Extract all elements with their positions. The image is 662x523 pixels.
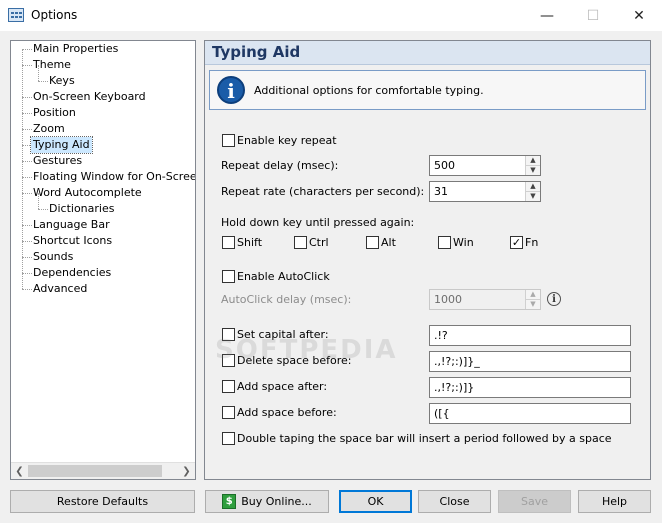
enable-autoclick-label: Enable AutoClick xyxy=(237,270,330,283)
dollar-icon: $ xyxy=(222,494,237,509)
info-box: i Additional options for comfortable typ… xyxy=(209,70,646,110)
help-button[interactable]: Help xyxy=(578,490,651,513)
tree-item-dictionaries[interactable]: Dictionaries xyxy=(47,201,116,217)
scroll-right-icon[interactable]: ❯ xyxy=(178,463,195,479)
delete-space-before-value: .,!?;:)]}_ xyxy=(434,355,480,368)
tree-item-gestures[interactable]: Gestures xyxy=(31,153,84,169)
scroll-left-icon[interactable]: ❮ xyxy=(11,463,28,479)
buy-online-label: Buy Online... xyxy=(241,495,312,508)
add-space-after-checkbox[interactable] xyxy=(222,380,235,393)
spin-up-icon[interactable]: ▲ xyxy=(526,156,540,166)
autoclick-help-icon[interactable]: i xyxy=(547,292,561,306)
minimize-button[interactable]: — xyxy=(524,0,570,31)
maximize-button[interactable]: ☐ xyxy=(570,0,616,31)
win-checkbox[interactable] xyxy=(438,236,451,249)
shift-label: Shift xyxy=(237,236,263,249)
add-space-after-input[interactable]: .,!?;:)]} xyxy=(429,377,631,398)
spin-down-icon[interactable]: ▼ xyxy=(526,192,540,201)
spin-down-icon[interactable]: ▼ xyxy=(526,300,540,309)
tree-item-dependencies[interactable]: Dependencies xyxy=(31,265,113,281)
repeat-delay-spinner[interactable]: 500 ▲ ▼ xyxy=(429,155,541,176)
info-text: Additional options for comfortable typin… xyxy=(254,84,484,97)
repeat-delay-value: 500 xyxy=(434,159,455,172)
set-capital-after-input[interactable]: .!? xyxy=(429,325,631,346)
close-button[interactable]: Close xyxy=(418,490,491,513)
tree-horizontal-scrollbar[interactable]: ❮ ❯ xyxy=(11,462,195,479)
enable-autoclick-checkbox[interactable] xyxy=(222,270,235,283)
tree-item-keys[interactable]: Keys xyxy=(47,73,77,89)
add-space-before-input[interactable]: ([{ xyxy=(429,403,631,424)
typing-aid-panel: Typing Aid i Additional options for comf… xyxy=(204,40,651,480)
restore-defaults-button[interactable]: Restore Defaults xyxy=(10,490,195,513)
tree-item-typing-aid[interactable]: Typing Aid xyxy=(30,136,93,154)
info-icon: i xyxy=(217,76,245,104)
spin-up-icon[interactable]: ▲ xyxy=(526,290,540,300)
autoclick-delay-value: 1000 xyxy=(434,293,462,306)
tree-item-floating-window[interactable]: Floating Window for On-Screen Ke xyxy=(31,169,195,185)
repeat-rate-label: Repeat rate (characters per second): xyxy=(221,185,425,198)
fn-checkbox[interactable]: ✓ xyxy=(510,236,523,249)
double-tap-checkbox[interactable] xyxy=(222,432,235,445)
alt-label: Alt xyxy=(381,236,396,249)
add-space-before-value: ([{ xyxy=(434,407,450,420)
tree-item-shortcut-icons[interactable]: Shortcut Icons xyxy=(31,233,114,249)
add-space-after-label: Add space after: xyxy=(237,380,328,393)
scroll-thumb[interactable] xyxy=(28,465,162,477)
keyboard-app-icon xyxy=(8,8,24,22)
enable-key-repeat-checkbox[interactable] xyxy=(222,134,235,147)
tree-item-advanced[interactable]: Advanced xyxy=(31,281,89,297)
fn-label: Fn xyxy=(525,236,539,249)
add-space-after-value: .,!?;:)]} xyxy=(434,381,475,394)
repeat-rate-value: 31 xyxy=(434,185,448,198)
panel-header: Typing Aid xyxy=(205,41,650,65)
ok-button[interactable]: OK xyxy=(339,490,412,513)
set-capital-after-value: .!? xyxy=(434,329,448,342)
softpedia-watermark: SOFTPEDIA xyxy=(215,335,398,365)
window-title: Options xyxy=(31,8,78,22)
autoclick-delay-label: AutoClick delay (msec): xyxy=(221,293,352,306)
repeat-rate-spinner[interactable]: 31 ▲ ▼ xyxy=(429,181,541,202)
enable-key-repeat-label: Enable key repeat xyxy=(237,134,337,147)
add-space-before-label: Add space before: xyxy=(237,406,337,419)
hold-down-label: Hold down key until pressed again: xyxy=(221,216,415,229)
tree-item-main-properties[interactable]: Main Properties xyxy=(31,41,120,57)
double-tap-label: Double taping the space bar will insert … xyxy=(237,432,612,445)
options-tree[interactable]: Main Properties Theme Keys On-Screen Key… xyxy=(10,40,196,480)
tree-item-language-bar[interactable]: Language Bar xyxy=(31,217,112,233)
panel-title: Typing Aid xyxy=(212,43,301,61)
win-label: Win xyxy=(453,236,474,249)
buy-online-button[interactable]: $ Buy Online... xyxy=(205,490,329,513)
tree-item-sounds[interactable]: Sounds xyxy=(31,249,75,265)
repeat-delay-label: Repeat delay (msec): xyxy=(221,159,339,172)
ctrl-label: Ctrl xyxy=(309,236,329,249)
add-space-before-checkbox[interactable] xyxy=(222,406,235,419)
alt-checkbox[interactable] xyxy=(366,236,379,249)
title-bar: Options — ☐ ✕ xyxy=(0,0,662,31)
close-window-button[interactable]: ✕ xyxy=(616,0,662,31)
tree-line xyxy=(22,49,23,289)
autoclick-delay-spinner[interactable]: 1000 ▲ ▼ xyxy=(429,289,541,310)
spin-down-icon[interactable]: ▼ xyxy=(526,166,540,175)
tree-item-on-screen-keyboard[interactable]: On-Screen Keyboard xyxy=(31,89,148,105)
ctrl-checkbox[interactable] xyxy=(294,236,307,249)
tree-item-position[interactable]: Position xyxy=(31,105,78,121)
spin-up-icon[interactable]: ▲ xyxy=(526,182,540,192)
tree-item-zoom[interactable]: Zoom xyxy=(31,121,67,137)
save-button[interactable]: Save xyxy=(498,490,571,513)
delete-space-before-input[interactable]: .,!?;:)]}_ xyxy=(429,351,631,372)
tree-item-theme[interactable]: Theme xyxy=(31,57,73,73)
tree-item-word-autocomplete[interactable]: Word Autocomplete xyxy=(31,185,144,201)
shift-checkbox[interactable] xyxy=(222,236,235,249)
